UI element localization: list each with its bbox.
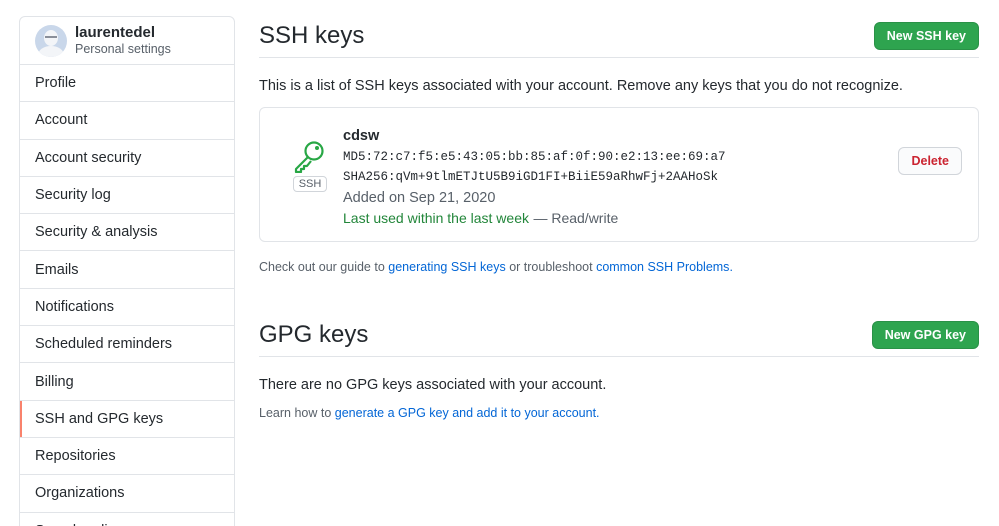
guide-suffix: .: [729, 260, 733, 274]
ssh-key-sha256: SHA256:qVm+9tlmETJtU5B9iGD1FI+BiiE59aRhw…: [343, 170, 719, 184]
sidebar-item-billing[interactable]: Billing: [20, 363, 234, 401]
sidebar-item-account[interactable]: Account: [20, 102, 234, 140]
sidebar-item-profile[interactable]: Profile: [20, 65, 234, 103]
guide-prefix: Check out our guide to: [259, 260, 385, 274]
ssh-key-added-date: Added on Sep 21, 2020: [343, 189, 496, 206]
ssh-section-header: SSH keys New SSH key: [259, 14, 979, 58]
delete-ssh-key-button[interactable]: Delete: [898, 147, 962, 175]
sidebar-item-security-analysis[interactable]: Security & analysis: [20, 214, 234, 252]
ssh-key-item: SSH cdsw MD5:72:c7:f5:e5:43:05:bb:85:af:…: [259, 107, 979, 242]
generate-gpg-key-link[interactable]: generate a GPG key and add it to your ac…: [335, 406, 596, 420]
learn-prefix: Learn how to: [259, 406, 332, 420]
ssh-key-badge-group: SSH: [292, 139, 328, 192]
user-subtitle: Personal settings: [75, 41, 171, 56]
ssh-guide-text: Check out our guide to generating SSH ke…: [259, 260, 733, 274]
sidebar-item-scheduled-reminders[interactable]: Scheduled reminders: [20, 326, 234, 364]
common-ssh-problems-link[interactable]: common SSH Problems: [596, 260, 729, 274]
sidebar-item-repositories[interactable]: Repositories: [20, 438, 234, 476]
user-name[interactable]: laurentedel: [75, 24, 171, 41]
learn-suffix: .: [596, 406, 600, 420]
ssh-badge: SSH: [292, 176, 328, 192]
key-icon: [294, 141, 324, 173]
sidebar-item-organizations[interactable]: Organizations: [20, 475, 234, 513]
gpg-learn-text: Learn how to generate a GPG key and add …: [259, 406, 600, 420]
ssh-key-last-used: Last used within the last week: [343, 210, 529, 226]
new-gpg-key-button[interactable]: New GPG key: [871, 320, 979, 349]
gpg-empty-message: There are no GPG keys associated with yo…: [259, 377, 607, 393]
user-header[interactable]: laurentedel Personal settings: [20, 17, 234, 65]
ssh-description: This is a list of SSH keys associated wi…: [259, 78, 903, 94]
settings-sidebar: laurentedel Personal settings Profile Ac…: [19, 16, 235, 526]
ssh-key-name: cdsw: [343, 128, 380, 144]
guide-middle: or troubleshoot: [509, 260, 593, 274]
sidebar-item-saved-replies[interactable]: Saved replies: [20, 513, 234, 526]
gpg-section-header: GPG keys New GPG key: [259, 313, 979, 357]
sidebar-item-account-security[interactable]: Account security: [20, 140, 234, 177]
sidebar-item-ssh-gpg-keys[interactable]: SSH and GPG keys: [20, 400, 234, 438]
generating-ssh-keys-link[interactable]: generating SSH keys: [388, 260, 505, 274]
new-ssh-key-button[interactable]: New SSH key: [873, 21, 979, 50]
gpg-keys-title: GPG keys: [259, 320, 369, 348]
sidebar-item-notifications[interactable]: Notifications: [20, 289, 234, 327]
avatar[interactable]: [35, 24, 67, 57]
ssh-key-access: — Read/write: [533, 210, 619, 226]
ssh-keys-title: SSH keys: [259, 21, 365, 49]
ssh-key-md5: MD5:72:c7:f5:e5:43:05:bb:85:af:0f:90:e2:…: [343, 149, 726, 164]
sidebar-item-emails[interactable]: Emails: [20, 251, 234, 289]
sidebar-item-security-log[interactable]: Security log: [20, 177, 234, 215]
ssh-key-details: cdsw MD5:72:c7:f5:e5:43:05:bb:85:af:0f:9…: [343, 126, 726, 230]
